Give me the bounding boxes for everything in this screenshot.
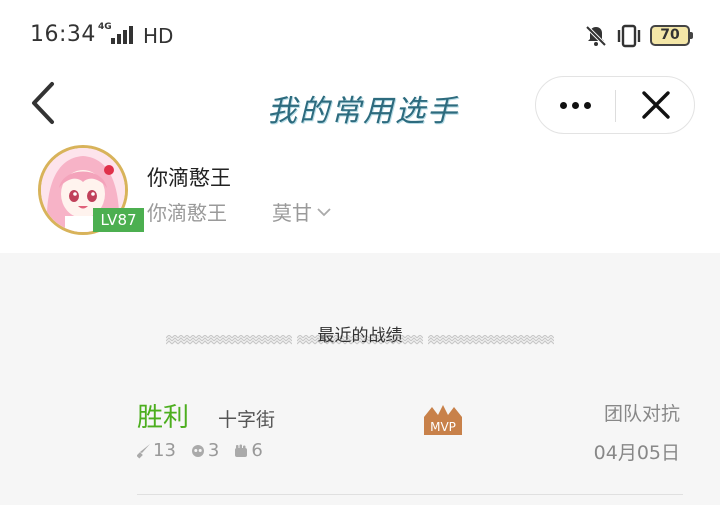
more-dot-icon (572, 101, 579, 109)
more-dot-icon (560, 101, 567, 109)
mvp-label: MVP (430, 420, 456, 434)
player-server: 你滴憨王 (147, 201, 227, 225)
role-label: 莫甘 (272, 201, 312, 225)
match-map: 十字街 (218, 409, 276, 431)
bell-muted-icon (585, 25, 607, 47)
chevron-down-icon (317, 207, 331, 216)
vibrate-icon (617, 24, 641, 48)
recent-records-section: 最近的战绩 胜利 十字街 MVP 团队对抗 04月05日 13 3 6 (0, 253, 720, 505)
mvp-crown-icon: MVP (424, 405, 462, 435)
skull-icon (191, 444, 204, 457)
signal-bars-icon (111, 26, 133, 44)
battery-icon: 70 (650, 25, 693, 46)
player-profile: LV87 你滴憨王 你滴憨王 莫甘 (0, 142, 720, 253)
close-icon (642, 91, 670, 119)
player-name: 你滴憨王 (147, 166, 231, 190)
more-dot-icon (584, 101, 591, 109)
back-button[interactable] (24, 80, 64, 126)
deaths-value: 3 (207, 440, 220, 461)
assists-value: 6 (251, 440, 263, 461)
match-mode: 团队对抗 (603, 403, 680, 425)
mini-program-capsule (535, 76, 695, 134)
chevron-left-icon (32, 82, 54, 124)
match-date: 04月05日 (593, 442, 680, 464)
assists-stat: 6 (233, 440, 263, 461)
more-button[interactable] (536, 77, 615, 133)
role-selector[interactable]: 莫甘 (272, 197, 332, 226)
deaths-stat: 3 (190, 440, 219, 461)
match-result: 胜利 (137, 403, 190, 433)
status-bar: 16:34 4G HD 70 (0, 0, 720, 72)
status-time: 16:34 (30, 22, 96, 47)
section-title: 最近的战绩 (317, 326, 403, 346)
level-badge: LV87 (93, 208, 144, 232)
assist-hand-icon (235, 444, 248, 457)
network-type: 4G (98, 22, 112, 32)
nav-bar: 我的常用选手 (0, 72, 720, 142)
row-divider (137, 494, 683, 495)
knife-icon (137, 443, 150, 459)
kills-stat: 13 (137, 440, 176, 461)
close-button[interactable] (616, 77, 695, 133)
kills-value: 13 (153, 440, 176, 461)
hd-indicator: HD (143, 24, 174, 48)
match-stats: 13 3 6 (137, 440, 263, 461)
page-title: 我的常用选手 (267, 94, 459, 129)
